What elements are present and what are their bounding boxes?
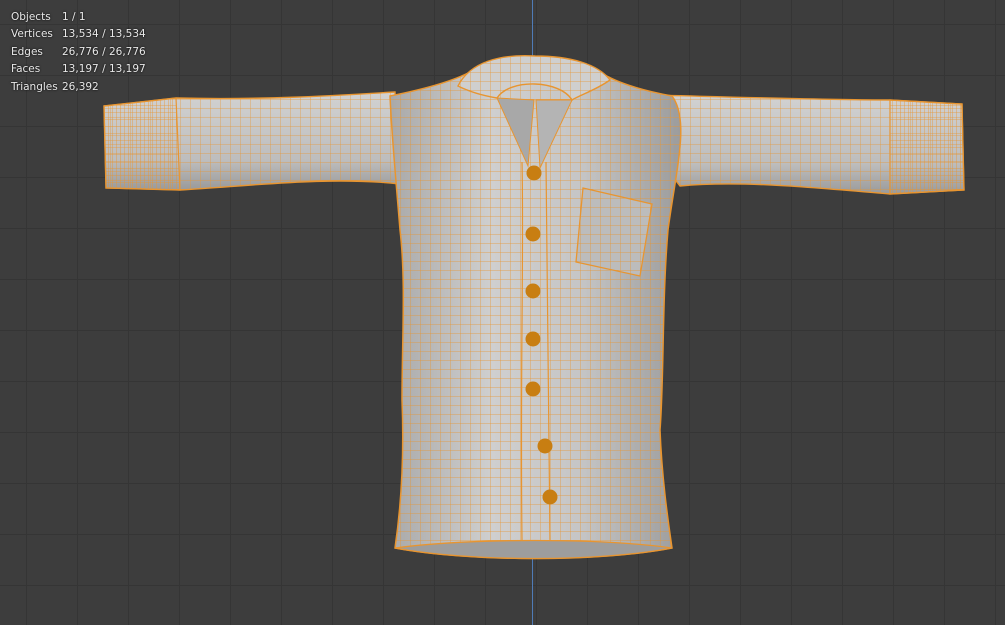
shirt-torso <box>389 71 682 560</box>
stat-value: 13,534 / 13,534 <box>62 28 146 41</box>
3d-viewport[interactable]: Objects 1 / 1 Vertices 13,534 / 13,534 E… <box>0 0 1005 625</box>
viewport-statistics-overlay: Objects 1 / 1 Vertices 13,534 / 13,534 E… <box>11 9 146 96</box>
stat-value: 26,776 / 26,776 <box>62 45 146 58</box>
chest-pocket <box>575 187 653 277</box>
stat-label: Edges <box>11 45 43 58</box>
stat-label: Triangles <box>11 80 58 93</box>
stat-label: Objects <box>11 11 51 23</box>
stat-value: 13,197 / 13,197 <box>62 63 146 76</box>
stat-value: 1 / 1 <box>62 11 86 23</box>
stat-label: Faces <box>11 63 41 76</box>
shirt-mesh[interactable] <box>0 0 1005 625</box>
stat-row-objects: Objects 1 / 1 <box>11 9 146 26</box>
stat-row-vertices: Vertices 13,534 / 13,534 <box>11 26 146 43</box>
stat-row-triangles: Triangles 26,392 <box>11 79 146 96</box>
left-sleeve <box>103 91 401 191</box>
stat-row-faces: Faces 13,197 / 13,197 <box>11 61 146 78</box>
stat-label: Vertices <box>11 28 53 41</box>
stat-value: 26,392 <box>62 80 99 93</box>
stat-row-edges: Edges 26,776 / 26,776 <box>11 44 146 61</box>
